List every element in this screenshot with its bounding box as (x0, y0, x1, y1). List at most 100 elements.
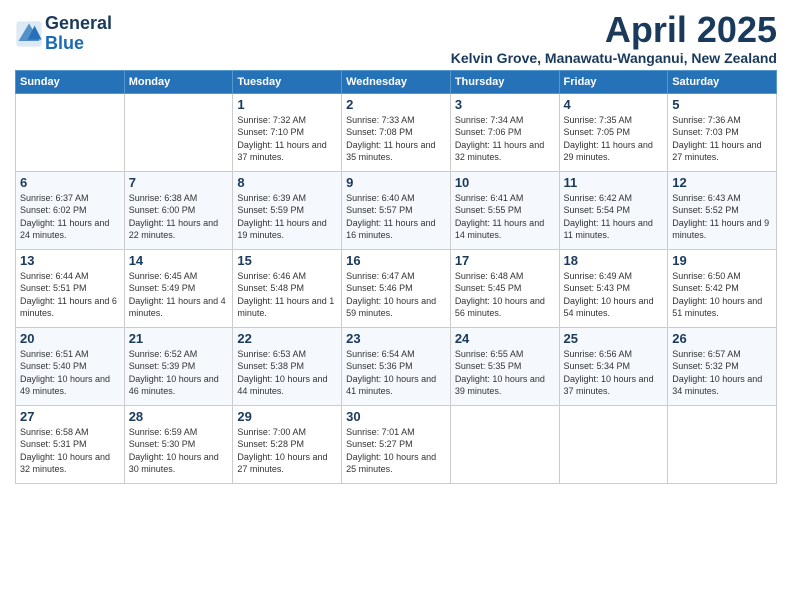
day-number: 5 (672, 97, 772, 112)
day-cell: 30 Sunrise: 7:01 AMSunset: 5:27 PMDayligh… (342, 405, 451, 483)
day-info: Sunrise: 6:53 AMSunset: 5:38 PMDaylight:… (237, 348, 337, 398)
day-cell: 9 Sunrise: 6:40 AMSunset: 5:57 PMDaylight… (342, 171, 451, 249)
day-number: 25 (564, 331, 664, 346)
day-number: 27 (20, 409, 120, 424)
col-tuesday: Tuesday (233, 70, 342, 93)
day-number: 9 (346, 175, 446, 190)
day-number: 21 (129, 331, 229, 346)
day-info: Sunrise: 6:55 AMSunset: 5:35 PMDaylight:… (455, 348, 555, 398)
day-info: Sunrise: 6:40 AMSunset: 5:57 PMDaylight:… (346, 192, 446, 242)
day-info: Sunrise: 6:54 AMSunset: 5:36 PMDaylight:… (346, 348, 446, 398)
day-number: 30 (346, 409, 446, 424)
day-cell: 29 Sunrise: 7:00 AMSunset: 5:28 PMDayligh… (233, 405, 342, 483)
day-cell: 1 Sunrise: 7:32 AMSunset: 7:10 PMDaylight… (233, 93, 342, 171)
day-info: Sunrise: 7:32 AMSunset: 7:10 PMDaylight:… (237, 114, 337, 164)
day-cell: 5 Sunrise: 7:36 AMSunset: 7:03 PMDaylight… (668, 93, 777, 171)
day-info: Sunrise: 6:56 AMSunset: 5:34 PMDaylight:… (564, 348, 664, 398)
day-number: 8 (237, 175, 337, 190)
day-cell: 4 Sunrise: 7:35 AMSunset: 7:05 PMDaylight… (559, 93, 668, 171)
day-info: Sunrise: 7:35 AMSunset: 7:05 PMDaylight:… (564, 114, 664, 164)
day-info: Sunrise: 6:59 AMSunset: 5:30 PMDaylight:… (129, 426, 229, 476)
day-number: 4 (564, 97, 664, 112)
day-info: Sunrise: 6:57 AMSunset: 5:32 PMDaylight:… (672, 348, 772, 398)
day-cell (124, 93, 233, 171)
day-info: Sunrise: 6:39 AMSunset: 5:59 PMDaylight:… (237, 192, 337, 242)
day-number: 23 (346, 331, 446, 346)
day-number: 15 (237, 253, 337, 268)
day-cell: 27Sunrise: 6:58 AMSunset: 5:31 PMDayligh… (16, 405, 125, 483)
day-cell: 19 Sunrise: 6:50 AMSunset: 5:42 PMDayligh… (668, 249, 777, 327)
day-cell: 2 Sunrise: 7:33 AMSunset: 7:08 PMDaylight… (342, 93, 451, 171)
col-monday: Monday (124, 70, 233, 93)
day-info: Sunrise: 7:01 AMSunset: 5:27 PMDaylight:… (346, 426, 446, 476)
day-cell: 20 Sunrise: 6:51 AMSunset: 5:40 PMDayligh… (16, 327, 125, 405)
week-row-3: 13 Sunrise: 6:44 AMSunset: 5:51 PMDayligh… (16, 249, 777, 327)
day-number: 3 (455, 97, 555, 112)
day-cell: 22 Sunrise: 6:53 AMSunset: 5:38 PMDayligh… (233, 327, 342, 405)
calendar-table: Sunday Monday Tuesday Wednesday Thursday… (15, 70, 777, 484)
day-info: Sunrise: 6:37 AMSunset: 6:02 PMDaylight:… (20, 192, 120, 242)
day-number: 20 (20, 331, 120, 346)
day-cell: 23 Sunrise: 6:54 AMSunset: 5:36 PMDayligh… (342, 327, 451, 405)
day-info: Sunrise: 6:38 AMSunset: 6:00 PMDaylight:… (129, 192, 229, 242)
day-number: 12 (672, 175, 772, 190)
week-row-2: 6 Sunrise: 6:37 AMSunset: 6:02 PMDaylight… (16, 171, 777, 249)
day-number: 22 (237, 331, 337, 346)
day-number: 19 (672, 253, 772, 268)
day-info: Sunrise: 6:44 AMSunset: 5:51 PMDaylight:… (20, 270, 120, 320)
day-cell: 14 Sunrise: 6:45 AMSunset: 5:49 PMDayligh… (124, 249, 233, 327)
day-cell: 11Sunrise: 6:42 AMSunset: 5:54 PMDayligh… (559, 171, 668, 249)
day-info: Sunrise: 6:51 AMSunset: 5:40 PMDaylight:… (20, 348, 120, 398)
day-cell: 12Sunrise: 6:43 AMSunset: 5:52 PMDayligh… (668, 171, 777, 249)
day-info: Sunrise: 6:49 AMSunset: 5:43 PMDaylight:… (564, 270, 664, 320)
day-cell (16, 93, 125, 171)
day-info: Sunrise: 6:41 AMSunset: 5:55 PMDaylight:… (455, 192, 555, 242)
logo: General Blue (15, 14, 112, 54)
header-row: Sunday Monday Tuesday Wednesday Thursday… (16, 70, 777, 93)
day-number: 1 (237, 97, 337, 112)
day-number: 14 (129, 253, 229, 268)
day-cell: 21Sunrise: 6:52 AMSunset: 5:39 PMDayligh… (124, 327, 233, 405)
day-info: Sunrise: 7:33 AMSunset: 7:08 PMDaylight:… (346, 114, 446, 164)
day-number: 16 (346, 253, 446, 268)
calendar-page: General Blue April 2025 Kelvin Grove, Ma… (0, 0, 792, 612)
day-info: Sunrise: 7:34 AMSunset: 7:06 PMDaylight:… (455, 114, 555, 164)
day-number: 7 (129, 175, 229, 190)
calendar-body: 1 Sunrise: 7:32 AMSunset: 7:10 PMDaylight… (16, 93, 777, 483)
title-block: April 2025 Kelvin Grove, Manawatu-Wangan… (451, 10, 777, 66)
col-saturday: Saturday (668, 70, 777, 93)
day-cell: 8 Sunrise: 6:39 AMSunset: 5:59 PMDaylight… (233, 171, 342, 249)
day-cell (559, 405, 668, 483)
day-info: Sunrise: 7:36 AMSunset: 7:03 PMDaylight:… (672, 114, 772, 164)
day-info: Sunrise: 7:00 AMSunset: 5:28 PMDaylight:… (237, 426, 337, 476)
location-title: Kelvin Grove, Manawatu-Wanganui, New Zea… (451, 50, 777, 66)
day-info: Sunrise: 6:48 AMSunset: 5:45 PMDaylight:… (455, 270, 555, 320)
day-cell: 15 Sunrise: 6:46 AMSunset: 5:48 PMDayligh… (233, 249, 342, 327)
day-number: 28 (129, 409, 229, 424)
day-info: Sunrise: 6:42 AMSunset: 5:54 PMDaylight:… (564, 192, 664, 242)
day-cell: 10Sunrise: 6:41 AMSunset: 5:55 PMDayligh… (450, 171, 559, 249)
day-number: 6 (20, 175, 120, 190)
day-number: 13 (20, 253, 120, 268)
logo-blue: Blue (45, 33, 84, 53)
day-info: Sunrise: 6:46 AMSunset: 5:48 PMDaylight:… (237, 270, 337, 320)
day-number: 26 (672, 331, 772, 346)
day-number: 18 (564, 253, 664, 268)
day-info: Sunrise: 6:45 AMSunset: 5:49 PMDaylight:… (129, 270, 229, 320)
day-number: 17 (455, 253, 555, 268)
day-cell: 3 Sunrise: 7:34 AMSunset: 7:06 PMDaylight… (450, 93, 559, 171)
day-cell: 13 Sunrise: 6:44 AMSunset: 5:51 PMDayligh… (16, 249, 125, 327)
day-number: 24 (455, 331, 555, 346)
col-sunday: Sunday (16, 70, 125, 93)
day-number: 2 (346, 97, 446, 112)
week-row-5: 27Sunrise: 6:58 AMSunset: 5:31 PMDayligh… (16, 405, 777, 483)
day-cell: 17 Sunrise: 6:48 AMSunset: 5:45 PMDayligh… (450, 249, 559, 327)
day-cell (450, 405, 559, 483)
day-cell: 28 Sunrise: 6:59 AMSunset: 5:30 PMDayligh… (124, 405, 233, 483)
day-info: Sunrise: 6:50 AMSunset: 5:42 PMDaylight:… (672, 270, 772, 320)
logo-general: General (45, 13, 112, 33)
col-friday: Friday (559, 70, 668, 93)
day-number: 29 (237, 409, 337, 424)
week-row-1: 1 Sunrise: 7:32 AMSunset: 7:10 PMDaylight… (16, 93, 777, 171)
page-header: General Blue April 2025 Kelvin Grove, Ma… (15, 10, 777, 66)
